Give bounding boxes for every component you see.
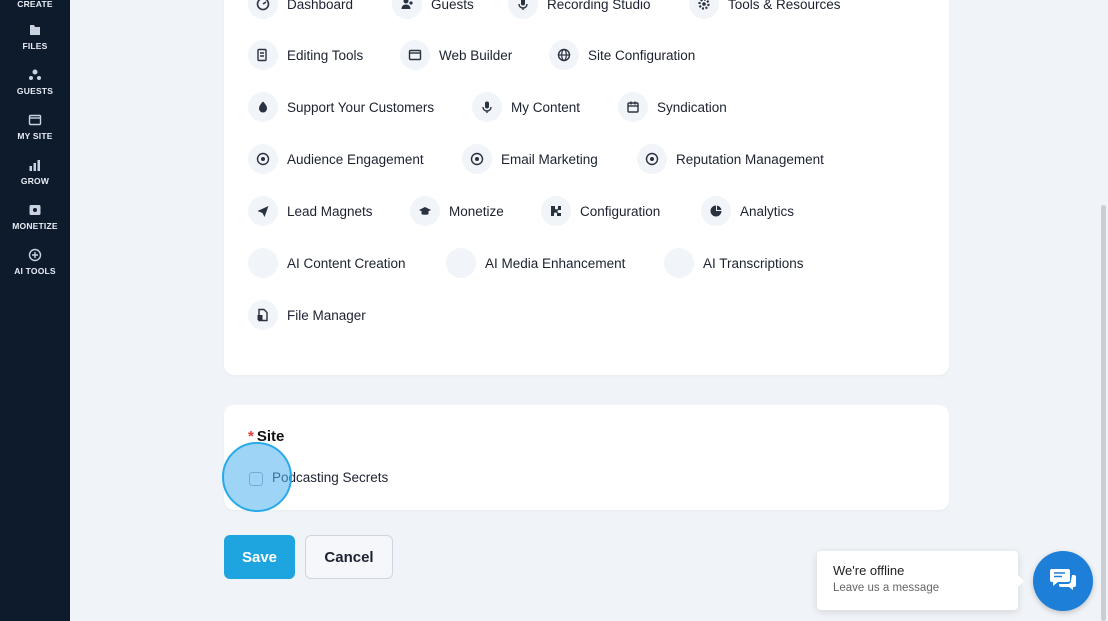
grow-icon <box>27 157 43 173</box>
permission-web-builder[interactable]: Web Builder <box>400 40 512 70</box>
chat-subtitle: Leave us a message <box>833 582 940 594</box>
permission-site-configuration[interactable]: Site Configuration <box>549 40 695 70</box>
gear-icon <box>689 0 719 19</box>
permission-label: AI Content Creation <box>287 255 406 271</box>
globe-icon <box>549 40 579 70</box>
sidebar-item-grow[interactable]: GROW <box>0 157 70 186</box>
permission-label: Lead Magnets <box>287 203 373 219</box>
microphone-icon <box>472 92 502 122</box>
blank-icon <box>248 248 278 278</box>
permission-dashboard[interactable]: Dashboard <box>248 0 353 19</box>
permission-email-marketing[interactable]: Email Marketing <box>462 144 598 174</box>
required-marker: * <box>248 428 254 445</box>
site-option-checkbox[interactable] <box>249 472 263 486</box>
permission-label: Email Marketing <box>501 151 598 167</box>
calendar-icon <box>618 92 648 122</box>
engagement-icon <box>248 144 278 174</box>
permission-label: Tools & Resources <box>728 0 841 12</box>
permission-label: Audience Engagement <box>287 151 424 167</box>
permission-syndication[interactable]: Syndication <box>618 92 727 122</box>
permission-guests[interactable]: Guests <box>392 0 474 19</box>
sidebar-item-guests[interactable]: GUESTS <box>0 67 70 96</box>
pie-chart-icon <box>701 196 731 226</box>
permission-label: Dashboard <box>287 0 354 12</box>
permission-analytics[interactable]: Analytics <box>701 196 794 226</box>
save-button[interactable]: Save <box>224 535 295 579</box>
support-icon <box>248 92 278 122</box>
permission-recording-studio[interactable]: Recording Studio <box>508 0 651 19</box>
web-builder-icon <box>400 40 430 70</box>
paper-plane-icon <box>248 196 278 226</box>
permission-label: AI Media Enhancement <box>485 255 626 271</box>
site-card <box>224 405 949 510</box>
permission-ai-media-enhancement[interactable]: AI Media Enhancement <box>446 248 625 278</box>
sidebar-item-ai-tools[interactable]: AI TOOLS <box>0 247 70 276</box>
sidebar-item-create[interactable]: CREATE <box>0 0 70 9</box>
puzzle-icon <box>541 196 571 226</box>
sidebar-item-label: MONETIZE <box>12 221 58 231</box>
chat-icon <box>1049 567 1077 596</box>
permission-my-content[interactable]: My Content <box>472 92 580 122</box>
permission-audience-engagement[interactable]: Audience Engagement <box>248 144 424 174</box>
sidebar-item-files[interactable]: FILES <box>0 22 70 51</box>
permission-label: Configuration <box>580 203 661 219</box>
permission-label: Site Configuration <box>588 47 696 63</box>
sidebar: CREATE FILES GUESTS MY SITE GROW MONETIZ… <box>0 0 70 621</box>
permission-label: File Manager <box>287 307 366 323</box>
sidebar-item-label: AI TOOLS <box>14 266 56 276</box>
sidebar-item-label: GUESTS <box>16 86 54 96</box>
sidebar-item-label: CREATE <box>17 0 53 9</box>
dashboard-icon <box>248 0 278 19</box>
chat-offline-bubble[interactable]: We're offline Leave us a message <box>817 551 1024 610</box>
permission-monetize[interactable]: Monetize <box>410 196 504 226</box>
permission-label: Guests <box>431 0 474 12</box>
permission-label: Recording Studio <box>547 0 651 12</box>
permission-configuration[interactable]: Configuration <box>541 196 660 226</box>
permission-editing-tools[interactable]: Editing Tools <box>248 40 363 70</box>
sidebar-item-my-site[interactable]: MY SITE <box>0 112 70 141</box>
permission-label: Analytics <box>740 203 795 219</box>
file-manager-icon <box>248 300 278 330</box>
blank-icon <box>664 248 694 278</box>
permission-label: AI Transcriptions <box>703 255 804 271</box>
permission-label: Monetize <box>449 203 504 219</box>
microphone-icon <box>508 0 538 19</box>
site-section-title: * Site <box>248 428 284 445</box>
permission-label: Syndication <box>657 99 727 115</box>
guests-icon <box>27 67 43 83</box>
permission-ai-content-creation[interactable]: AI Content Creation <box>248 248 406 278</box>
permission-lead-magnets[interactable]: Lead Magnets <box>248 196 373 226</box>
permission-tools-resources[interactable]: Tools & Resources <box>689 0 841 19</box>
permission-label: Web Builder <box>439 47 513 63</box>
blank-icon <box>446 248 476 278</box>
sidebar-item-label: GROW <box>20 176 50 186</box>
my-site-icon <box>27 112 43 128</box>
chat-launcher-button[interactable] <box>1033 551 1093 611</box>
ai-tools-icon <box>27 247 43 263</box>
permission-label: Reputation Management <box>676 151 824 167</box>
sidebar-item-monetize[interactable]: MONETIZE <box>0 202 70 231</box>
permission-label: My Content <box>511 99 581 115</box>
site-option-label[interactable]: Podcasting Secrets <box>272 470 388 485</box>
editing-icon <box>248 40 278 70</box>
permission-file-manager[interactable]: File Manager <box>248 300 366 330</box>
monetize-icon <box>27 202 43 218</box>
guests-icon <box>392 0 422 19</box>
permission-reputation-management[interactable]: Reputation Management <box>637 144 824 174</box>
permission-support-your-customers[interactable]: Support Your Customers <box>248 92 434 122</box>
files-icon <box>27 22 43 38</box>
graduation-cap-icon <box>410 196 440 226</box>
site-title-text: Site <box>256 428 285 445</box>
engagement-icon <box>637 144 667 174</box>
sidebar-item-label: FILES <box>22 41 48 51</box>
engagement-icon <box>462 144 492 174</box>
permission-ai-transcriptions[interactable]: AI Transcriptions <box>664 248 804 278</box>
permission-label: Editing Tools <box>287 47 364 63</box>
sidebar-item-label: MY SITE <box>17 131 53 141</box>
permission-label: Support Your Customers <box>287 99 435 115</box>
cancel-button[interactable]: Cancel <box>305 535 393 579</box>
page-scrollbar[interactable] <box>1101 205 1106 621</box>
chat-title: We're offline <box>833 563 905 578</box>
